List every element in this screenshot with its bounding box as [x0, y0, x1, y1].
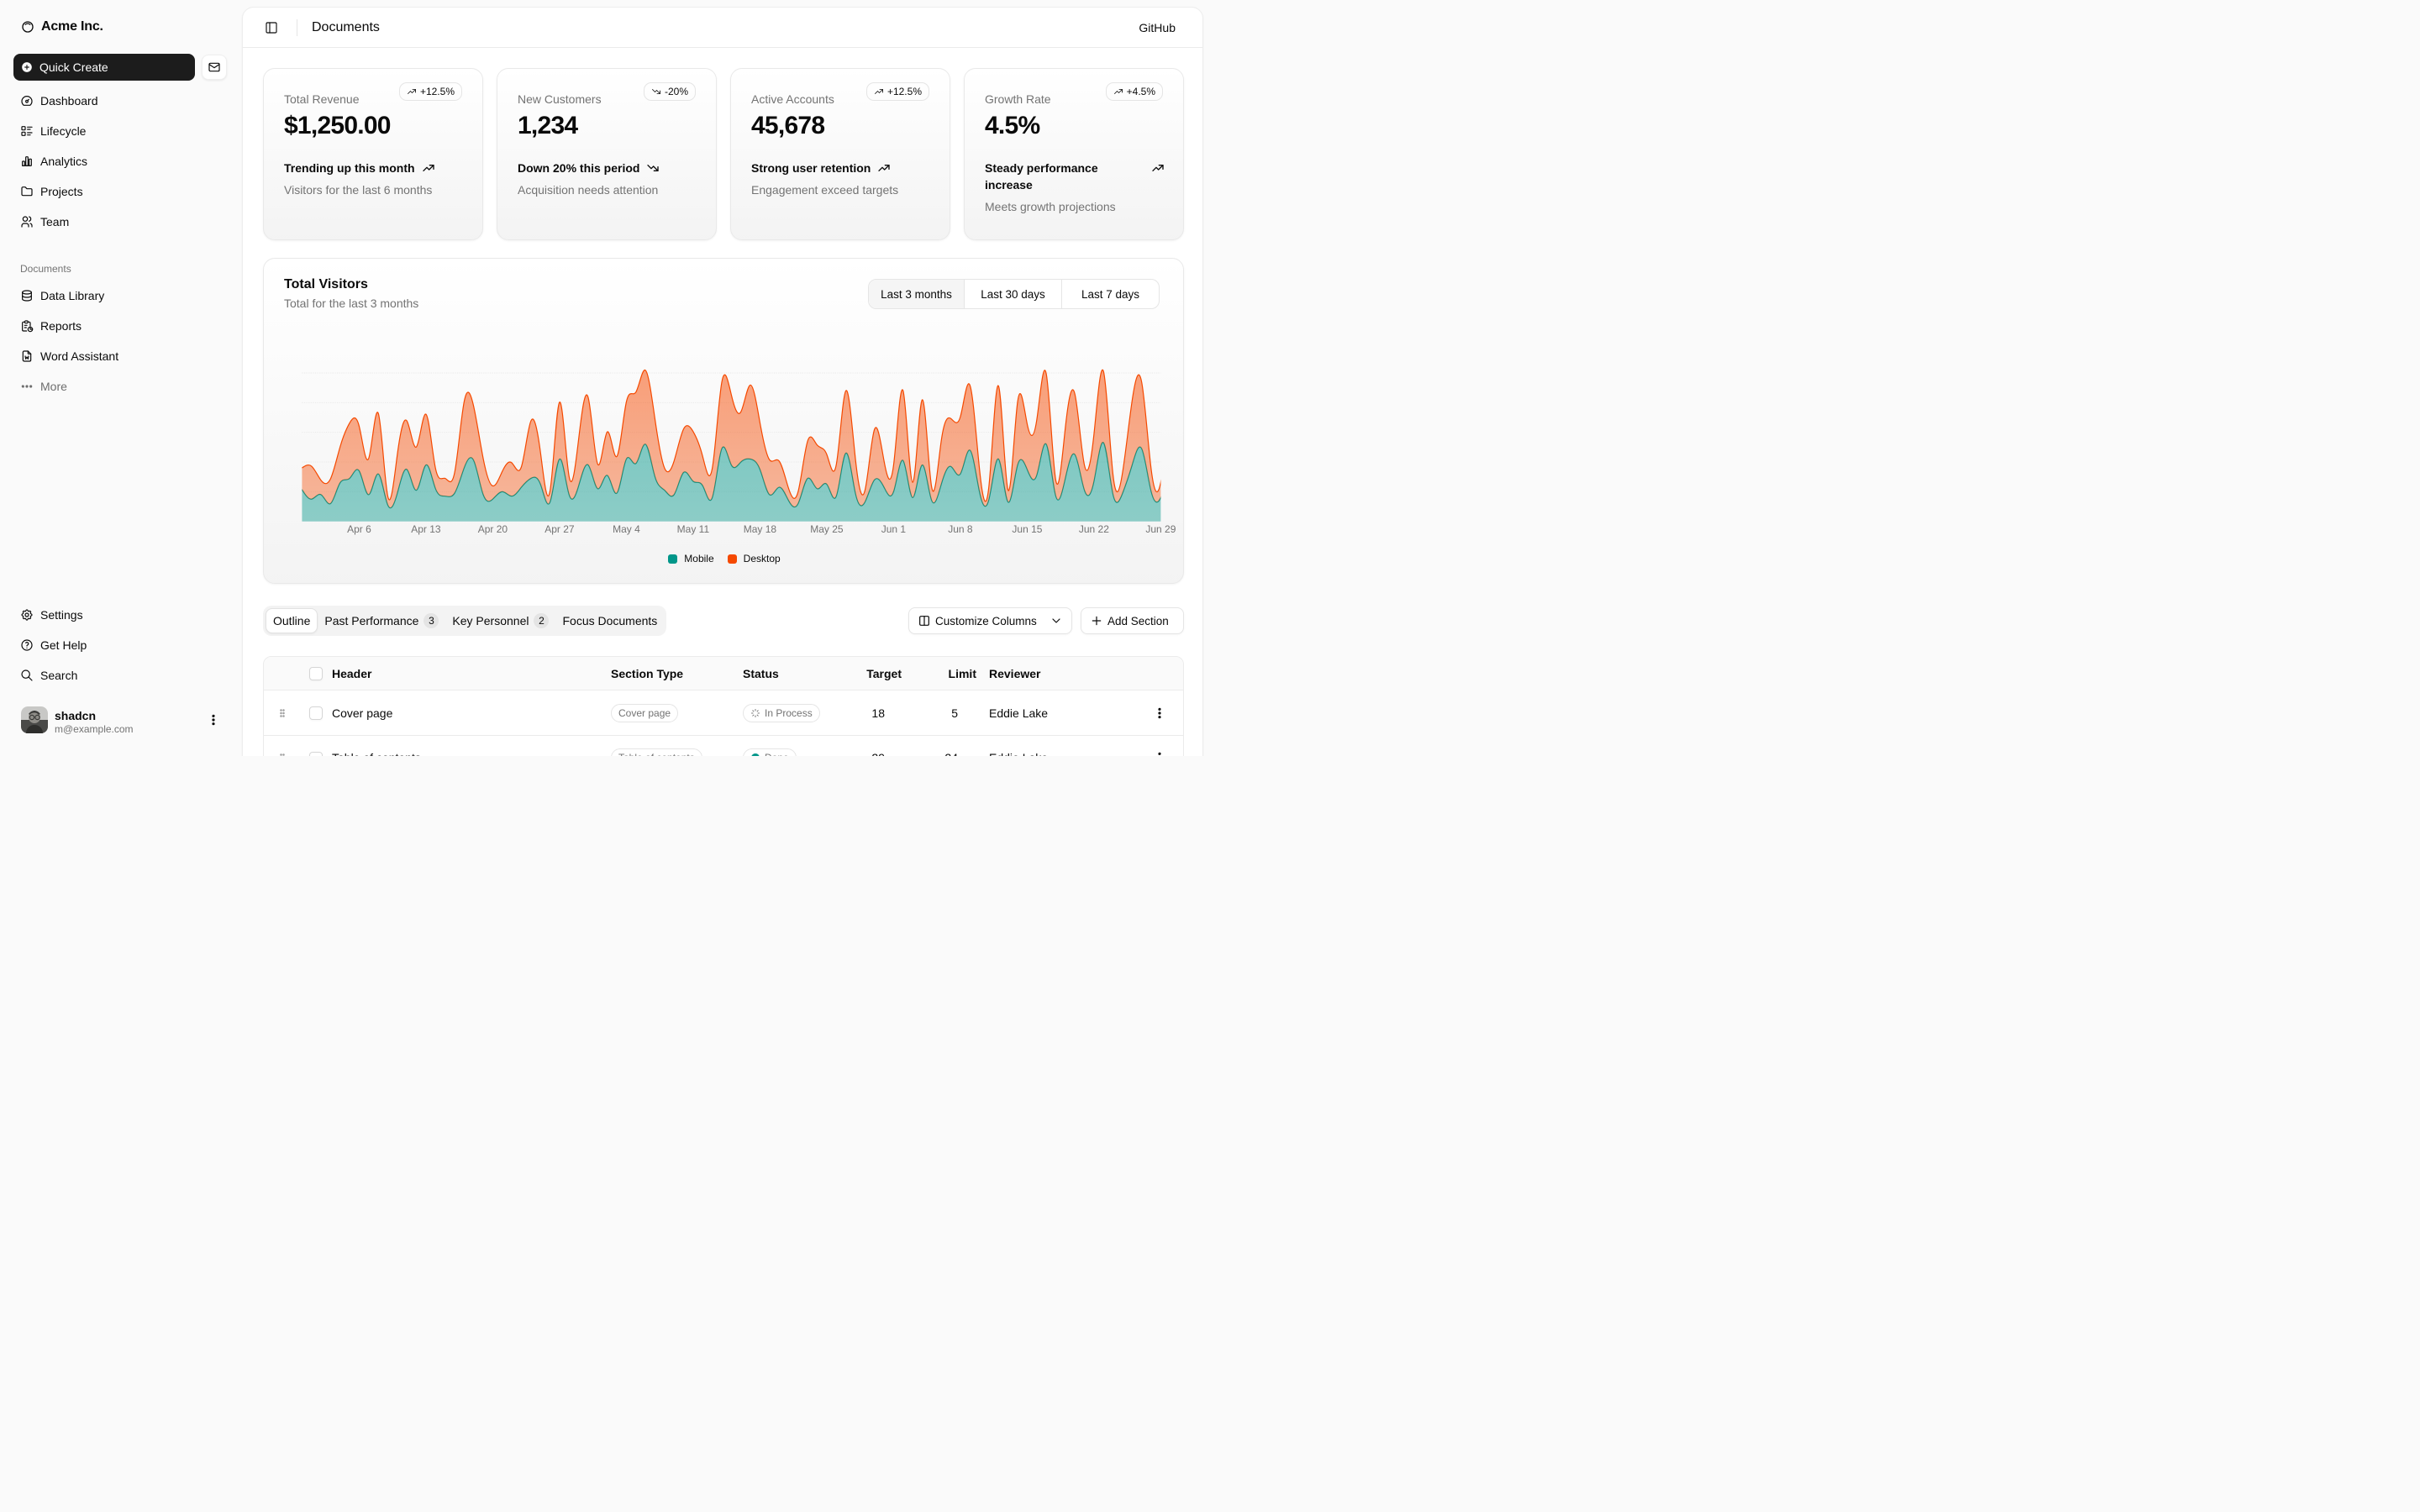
svg-text:Jun 29: Jun 29 [1145, 523, 1176, 535]
svg-text:Apr 6: Apr 6 [347, 523, 371, 535]
svg-text:May 18: May 18 [744, 523, 777, 535]
svg-text:Jun 15: Jun 15 [1012, 523, 1042, 535]
svg-text:Jun 8: Jun 8 [948, 523, 973, 535]
svg-text:Jun 1: Jun 1 [881, 523, 907, 535]
svg-text:May 11: May 11 [677, 523, 710, 535]
svg-text:Apr 20: Apr 20 [478, 523, 508, 535]
svg-text:Apr 13: Apr 13 [411, 523, 441, 535]
svg-text:Jun 22: Jun 22 [1079, 523, 1109, 535]
svg-text:May 4: May 4 [613, 523, 640, 535]
svg-text:Apr 27: Apr 27 [544, 523, 575, 535]
svg-text:May 25: May 25 [810, 523, 844, 535]
